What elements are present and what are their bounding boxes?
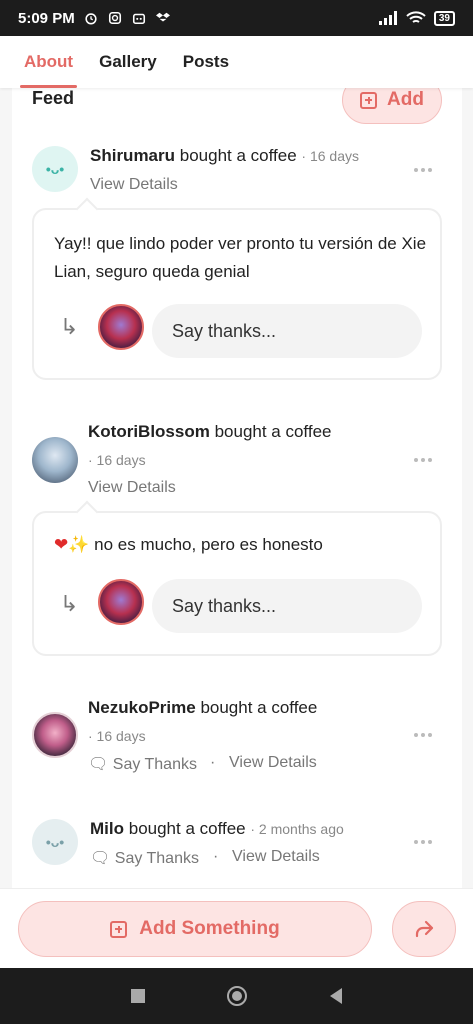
recents-icon[interactable] (131, 989, 146, 1003)
add-button-label: Add (387, 89, 424, 110)
message-bubble: Yay!! que lindo poder ver pronto tu vers… (32, 208, 442, 380)
comment-icon: 🗨 (88, 756, 109, 773)
more-options-icon[interactable] (414, 458, 434, 464)
separator: · (213, 848, 219, 865)
say-thanks-link[interactable]: 🗨 Say Thanks (88, 754, 197, 774)
wifi-icon (406, 11, 426, 23)
supporter-time: · 16 days (301, 148, 359, 164)
heart-icon: ❤ (54, 535, 69, 554)
say-thanks-link[interactable]: 🗨 Say Thanks (90, 848, 199, 868)
supporter-line: KotoriBlossom bought a coffee (88, 422, 331, 442)
avatar[interactable] (32, 712, 78, 758)
status-left: 5:09 PM (18, 10, 171, 27)
battery-indicator: 39 (433, 10, 455, 26)
status-bar: 5:09 PM 39 (0, 0, 473, 36)
sparkles-icon: ✨ (68, 535, 90, 554)
say-thanks-label: Say Thanks (114, 850, 199, 867)
feed-title: Feed (32, 88, 75, 108)
supporter-time: · 16 days (88, 452, 146, 468)
supporter-action: bought a coffee (179, 146, 297, 165)
status-right: 39 (378, 10, 455, 26)
say-thanks-input[interactable] (152, 304, 422, 358)
message-text: Yay!! que lindo poder ver pronto tu vers… (54, 234, 427, 281)
supporter-time: · 16 days (88, 728, 146, 744)
view-details-link[interactable]: View Details (229, 754, 317, 772)
say-thanks-input[interactable] (152, 579, 422, 633)
view-details-link[interactable]: View Details (88, 479, 176, 497)
message-text: ❤✨ no es mucho, pero es honesto (54, 531, 323, 559)
comment-icon: 🗨 (90, 850, 111, 867)
alarm-icon (85, 13, 97, 25)
bottom-action-bar: Add Something (0, 888, 473, 968)
say-thanks-label: Say Thanks (112, 756, 197, 773)
share-icon (415, 920, 434, 938)
supporter-action: bought a coffee (200, 698, 318, 717)
reply-arrow-icon: ↳ (60, 314, 79, 339)
tab-bar: About Gallery Posts (0, 36, 473, 88)
avatar[interactable] (32, 437, 78, 483)
add-something-button[interactable]: Add Something (18, 901, 372, 957)
supporter-time: · 2 months ago (250, 821, 344, 837)
more-options-icon[interactable] (414, 168, 434, 174)
creator-avatar (98, 304, 144, 350)
supporter-name[interactable]: Milo (90, 819, 124, 838)
supporter-line: NezukoPrime bought a coffee (88, 698, 317, 718)
status-time: 5:09 PM (18, 9, 75, 27)
supporter-action: bought a coffee (128, 819, 246, 838)
reply-arrow-icon: ↳ (60, 591, 79, 616)
bot-icon (132, 13, 145, 25)
supporter-line: Shirumaru bought a coffee · 16 days (90, 146, 359, 166)
supporter-name[interactable]: KotoriBlossom (88, 422, 210, 441)
view-details-link[interactable]: View Details (90, 176, 178, 194)
avatar[interactable]: •ᴗ• (32, 146, 78, 192)
tab-posts[interactable]: Posts (183, 36, 229, 88)
avatar-face: •ᴗ• (45, 161, 65, 177)
add-something-label: Add Something (139, 918, 280, 939)
more-options-icon[interactable] (414, 733, 434, 739)
system-nav-bar (0, 968, 473, 1024)
message-body: no es mucho, pero es honesto (94, 535, 323, 554)
avatar[interactable]: •ᴗ• (32, 819, 78, 865)
supporter-line: Milo bought a coffee · 2 months ago (90, 819, 344, 839)
tab-about[interactable]: About (19, 36, 78, 88)
supporter-action: bought a coffee (214, 422, 332, 441)
tab-gallery[interactable]: Gallery (99, 36, 157, 88)
add-box-icon (110, 920, 128, 938)
view-details-link[interactable]: View Details (232, 848, 320, 866)
share-button[interactable] (392, 901, 456, 957)
instagram-icon (108, 11, 121, 25)
avatar-face: •ᴗ• (45, 834, 65, 850)
separator: · (210, 754, 216, 771)
signal-icon (378, 11, 397, 25)
message-bubble: ❤✨ no es mucho, pero es honesto ↳ (32, 511, 442, 656)
add-button[interactable]: Add (342, 88, 442, 124)
dropbox-icon (155, 12, 170, 22)
add-box-icon (360, 91, 378, 109)
back-icon[interactable] (329, 988, 342, 1004)
supporter-name[interactable]: Shirumaru (90, 146, 175, 165)
home-icon[interactable] (227, 986, 248, 1006)
more-options-icon[interactable] (414, 840, 434, 846)
feed-section: Feed Add •ᴗ• Shirumaru bought a coffee ·… (12, 88, 462, 888)
supporter-name[interactable]: NezukoPrime (88, 698, 196, 717)
creator-avatar (98, 579, 144, 625)
